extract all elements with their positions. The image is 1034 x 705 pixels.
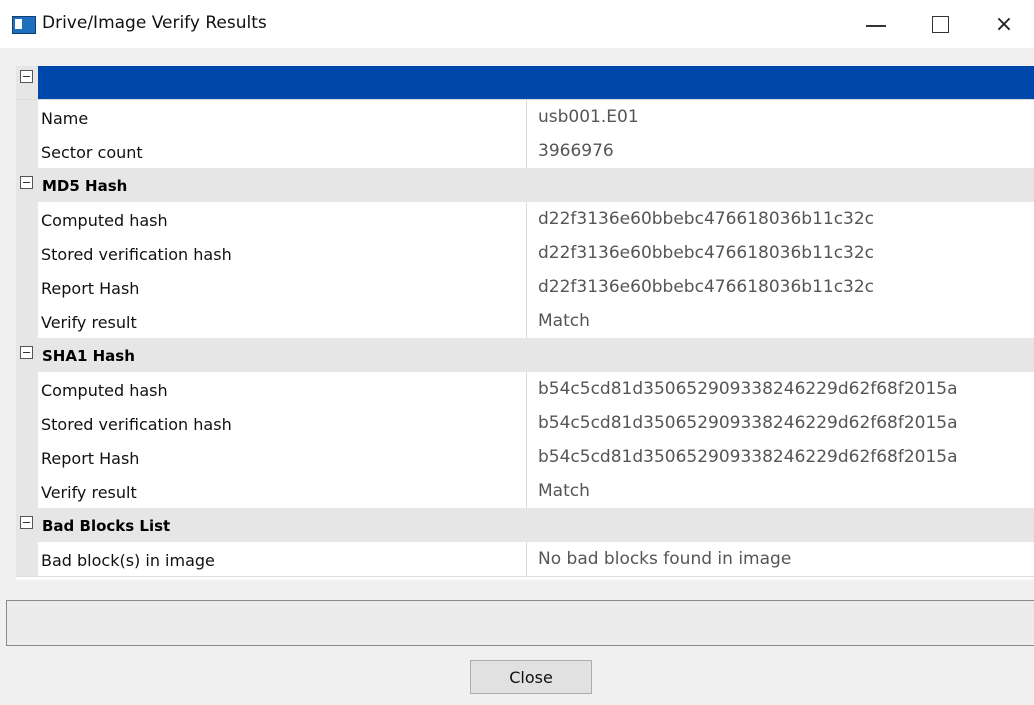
grid-row-sha1-report[interactable]: Report Hash b54c5cd81d350652909338246229… (16, 440, 1034, 475)
close-window-button[interactable]: × (976, 0, 1032, 48)
row-gutter (16, 338, 38, 372)
grid-row-sha1-verify[interactable]: Verify result Match (16, 474, 1034, 509)
column-divider[interactable] (526, 542, 527, 576)
collapse-icon[interactable] (20, 70, 33, 83)
property-value: No bad blocks found in image (538, 549, 792, 569)
grid-row-md5-verify[interactable]: Verify result Match (16, 304, 1034, 339)
row-gutter (16, 236, 38, 270)
property-value: Match (538, 481, 590, 501)
property-name: Stored verification hash (41, 415, 232, 434)
row-gutter (16, 440, 38, 474)
column-divider[interactable] (526, 406, 527, 440)
column-divider[interactable] (526, 270, 527, 304)
property-name: Report Hash (41, 449, 140, 468)
row-gutter (16, 168, 38, 202)
property-name: Verify result (41, 483, 137, 502)
minimize-icon (866, 25, 886, 27)
row-gutter (16, 202, 38, 236)
row-gutter (16, 474, 38, 508)
property-grid[interactable]: Name usb001.E01 Sector count 3966976 MD5… (16, 66, 1034, 580)
property-value: d22f3136e60bbebc476618036b11c32c (538, 243, 875, 263)
minimize-button[interactable] (848, 0, 904, 48)
row-gutter (16, 66, 38, 99)
column-divider[interactable] (526, 304, 527, 338)
grid-row-md5-stored[interactable]: Stored verification hash d22f3136e60bbeb… (16, 236, 1034, 271)
close-button[interactable]: Close (470, 660, 592, 694)
category-md5[interactable]: MD5 Hash (16, 168, 1034, 203)
grid-row-bad-blocks[interactable]: Bad block(s) in image No bad blocks foun… (16, 542, 1034, 577)
row-gutter (16, 304, 38, 338)
property-name: Report Hash (41, 279, 140, 298)
maximize-icon (931, 15, 949, 33)
row-gutter (16, 270, 38, 304)
property-name: Stored verification hash (41, 245, 232, 264)
property-value: b54c5cd81d350652909338246229d62f68f2015a (538, 379, 958, 399)
collapse-icon[interactable] (20, 516, 33, 529)
property-value: b54c5cd81d350652909338246229d62f68f2015a (538, 447, 958, 467)
column-divider[interactable] (526, 100, 527, 134)
column-divider[interactable] (526, 474, 527, 508)
row-gutter (16, 508, 38, 542)
property-name: Sector count (41, 143, 143, 162)
grid-row-name[interactable]: Name usb001.E01 (16, 100, 1034, 135)
property-name: Computed hash (41, 211, 168, 230)
maximize-button[interactable] (912, 0, 968, 48)
category-sha1[interactable]: SHA1 Hash (16, 338, 1034, 373)
grid-row-sha1-computed[interactable]: Computed hash b54c5cd81d3506529093382462… (16, 372, 1034, 407)
category-label: MD5 Hash (42, 177, 128, 195)
category-label: SHA1 Hash (42, 347, 135, 365)
collapse-icon[interactable] (20, 176, 33, 189)
row-gutter (16, 134, 38, 168)
app-icon (12, 16, 36, 34)
property-value: usb001.E01 (538, 107, 639, 127)
row-gutter (16, 372, 38, 406)
grid-root-row[interactable] (16, 66, 1034, 100)
property-name: Bad block(s) in image (41, 551, 215, 570)
row-gutter (16, 100, 38, 134)
row-gutter (16, 406, 38, 440)
property-value: Match (538, 311, 590, 331)
collapse-icon[interactable] (20, 346, 33, 359)
column-divider[interactable] (526, 236, 527, 270)
property-value: b54c5cd81d350652909338246229d62f68f2015a (538, 413, 958, 433)
category-label: Bad Blocks List (42, 517, 171, 535)
title-bar: Drive/Image Verify Results × (0, 0, 1034, 48)
property-value: d22f3136e60bbebc476618036b11c32c (538, 209, 875, 229)
grid-row-sector-count[interactable]: Sector count 3966976 (16, 134, 1034, 169)
close-icon: × (994, 11, 1014, 37)
grid-row-md5-report[interactable]: Report Hash d22f3136e60bbebc476618036b11… (16, 270, 1034, 305)
column-divider[interactable] (526, 372, 527, 406)
column-divider[interactable] (526, 440, 527, 474)
grid-row-md5-computed[interactable]: Computed hash d22f3136e60bbebc476618036b… (16, 202, 1034, 237)
column-divider[interactable] (526, 134, 527, 168)
row-gutter (16, 542, 38, 576)
property-value: 3966976 (538, 141, 614, 161)
property-name: Verify result (41, 313, 137, 332)
property-value: d22f3136e60bbebc476618036b11c32c (538, 277, 875, 297)
property-name: Computed hash (41, 381, 168, 400)
grid-row-sha1-stored[interactable]: Stored verification hash b54c5cd81d35065… (16, 406, 1034, 441)
status-box (6, 600, 1034, 646)
category-bad-blocks[interactable]: Bad Blocks List (16, 508, 1034, 543)
window-title: Drive/Image Verify Results (42, 13, 267, 33)
property-name: Name (41, 109, 89, 128)
column-divider[interactable] (526, 202, 527, 236)
